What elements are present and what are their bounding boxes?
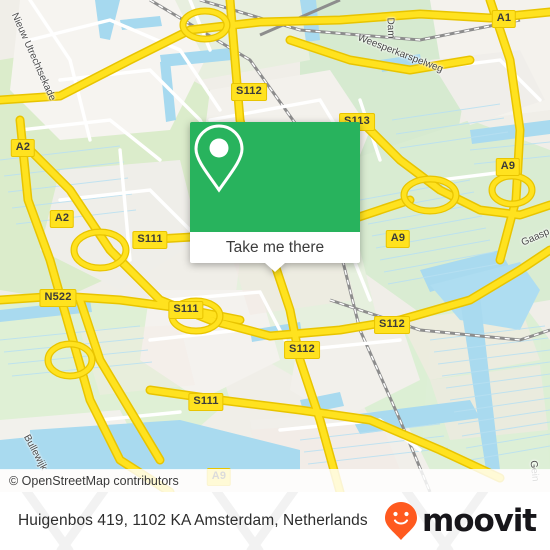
osm-attribution-text: © OpenStreetMap contributors — [9, 473, 179, 488]
road-shield-a2: A2 — [10, 139, 36, 157]
location-popup-card[interactable]: Take me there — [190, 122, 360, 272]
road-shield-a9: A9 — [385, 230, 411, 248]
popup-icon-area — [190, 122, 360, 232]
street-label: Dam — [384, 17, 397, 39]
road-shield-a1: A1 — [491, 10, 517, 28]
road-shield-s111: S111 — [168, 301, 204, 319]
map-screenshot: Nieuw Utrechtsekade Dam Weesperkarspelwe… — [0, 0, 550, 550]
moovit-logo[interactable]: moovit — [384, 492, 537, 550]
map-attribution-bar: © OpenStreetMap contributors — [0, 469, 550, 492]
map-canvas[interactable]: Nieuw Utrechtsekade Dam Weesperkarspelwe… — [0, 0, 550, 492]
moovit-pin-smiley-icon — [385, 502, 418, 540]
road-shield-s111: S111 — [188, 393, 224, 411]
location-address-title: Huigenbos 419, 1102 KA Amsterdam, Nether… — [18, 512, 368, 529]
road-shield-n522: N522 — [39, 289, 77, 307]
map-pin-icon — [194, 124, 244, 193]
road-shield-a9: A9 — [495, 158, 521, 176]
moovit-wordmark: moovit — [422, 502, 537, 539]
popup-pointer-tail — [265, 263, 285, 272]
footer-bar: Huigenbos 419, 1102 KA Amsterdam, Nether… — [0, 492, 550, 550]
road-shield-s111: S111 — [132, 231, 168, 249]
road-shield-s112: S112 — [284, 341, 320, 359]
take-me-there-label: Take me there — [225, 238, 325, 256]
road-shield-s112: S112 — [374, 316, 410, 334]
road-shield-s112: S112 — [231, 83, 267, 101]
road-shield-a2: A2 — [49, 210, 75, 228]
popup-cta-area[interactable]: Take me there — [190, 232, 360, 263]
